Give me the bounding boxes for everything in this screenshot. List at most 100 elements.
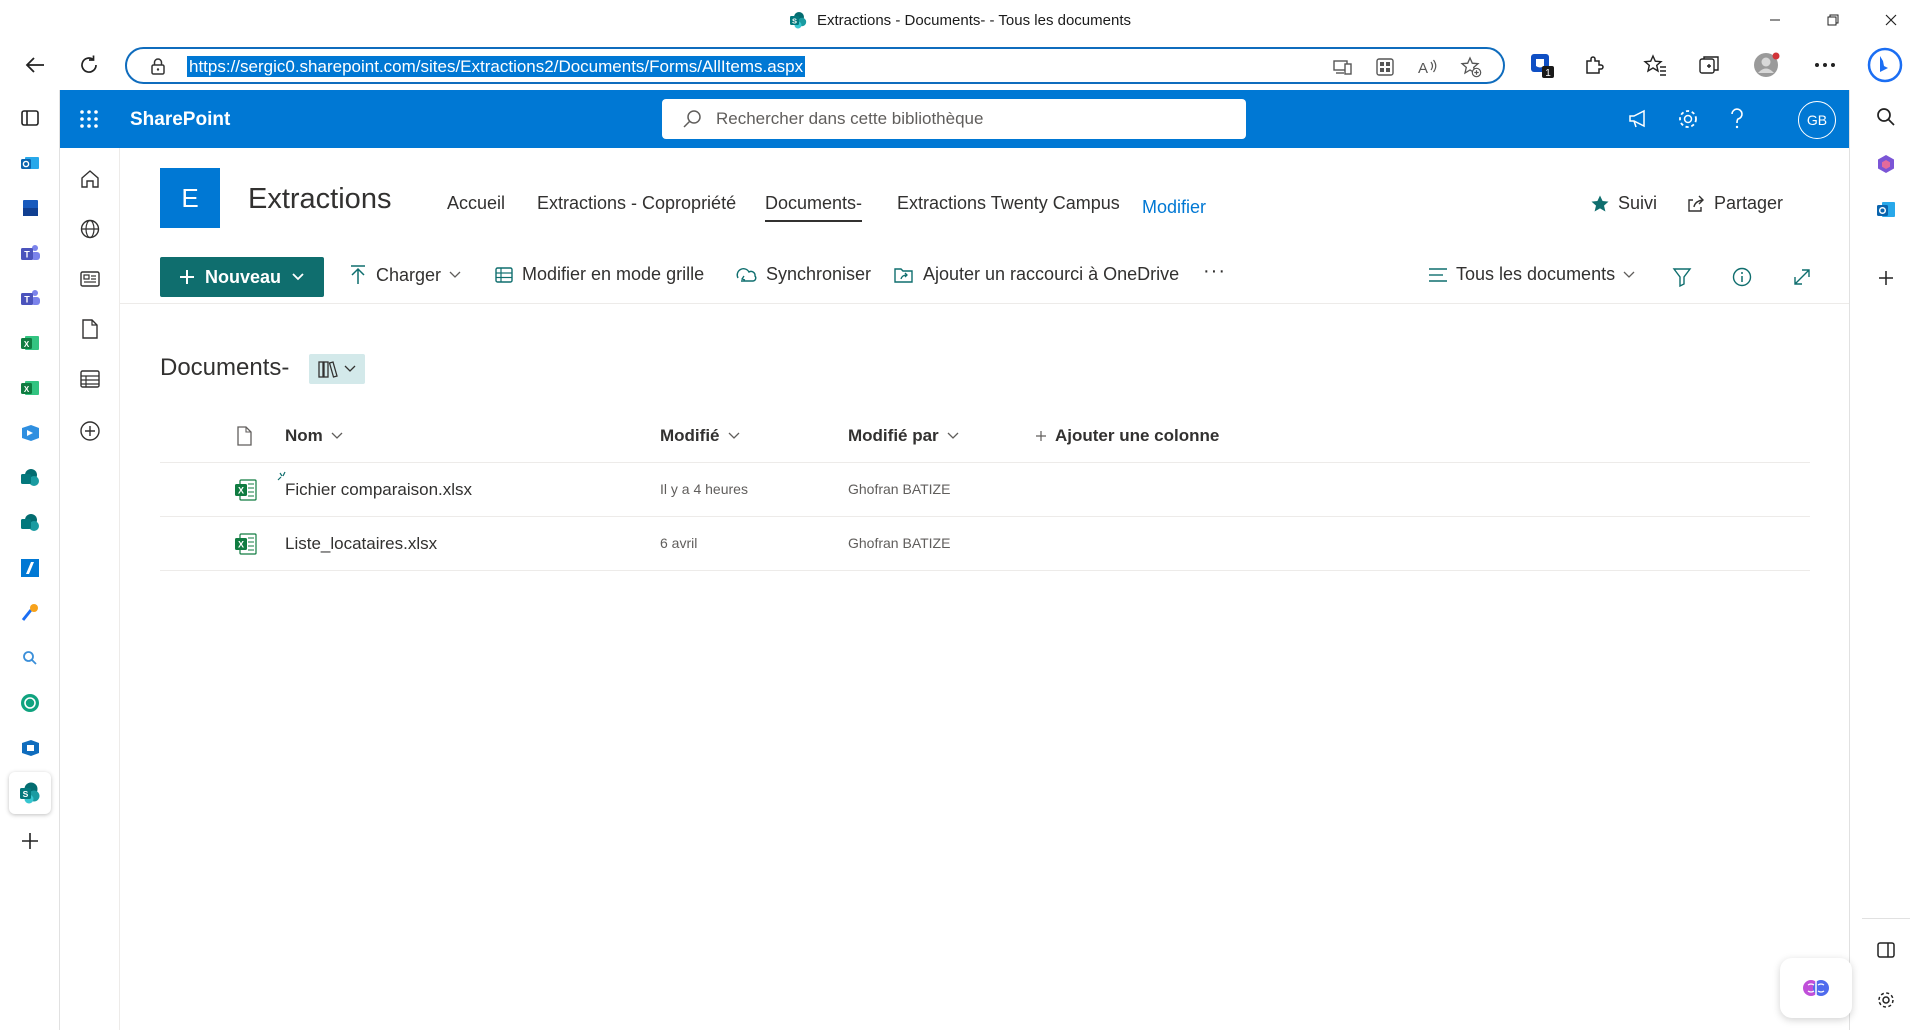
files-button[interactable] — [75, 314, 105, 344]
tab-app-icon[interactable] — [14, 597, 46, 629]
tab-sharepoint-2-icon[interactable] — [14, 507, 46, 539]
back-button[interactable] — [16, 46, 54, 84]
name-column-label: Nom — [285, 426, 323, 445]
tab-power-apps-icon[interactable] — [14, 732, 46, 764]
library-search-box[interactable] — [662, 99, 1246, 139]
tab-actions-icon[interactable] — [14, 102, 46, 134]
table-row[interactable]: X Liste_locataires.xlsx 6 avril Ghofran … — [160, 517, 1810, 571]
tab-power-automate-icon[interactable] — [14, 417, 46, 449]
lists-button[interactable] — [75, 364, 105, 394]
share-button[interactable]: Partager — [1686, 193, 1783, 214]
modified-by[interactable]: Ghofran BATIZE — [848, 535, 950, 551]
view-selector-label: Tous les documents — [1456, 264, 1616, 284]
copilot-button[interactable] — [1780, 958, 1852, 1018]
tab-teams-2-icon[interactable]: T — [14, 282, 46, 314]
site-title[interactable]: Extractions — [248, 183, 391, 216]
modified-by-column-header[interactable]: Modifié par — [848, 426, 959, 446]
close-button[interactable] — [1862, 0, 1920, 40]
fullscreen-button[interactable] — [1787, 262, 1817, 292]
bing-copilot-button[interactable] — [1862, 42, 1908, 88]
info-pane-button[interactable] — [1727, 262, 1757, 292]
sidebar-m365-button[interactable] — [1870, 148, 1902, 180]
profile-button[interactable] — [1748, 46, 1786, 84]
sites-button[interactable] — [75, 214, 105, 244]
sidebar-search-button[interactable] — [1870, 101, 1902, 133]
tab-teams-icon[interactable]: T — [14, 237, 46, 269]
extension-shield-icon: 1 — [1531, 54, 1554, 79]
file-type-column-header[interactable] — [236, 426, 252, 446]
modified-column-header[interactable]: Modifié — [660, 426, 740, 446]
tab-chatgpt-icon[interactable] — [14, 687, 46, 719]
sidebar-outlook-button[interactable] — [1870, 194, 1902, 226]
excel-file-icon: X — [235, 479, 257, 501]
add-column-button[interactable]: Ajouter une colonne — [1035, 426, 1219, 446]
extension-badge-button[interactable]: 1 — [1523, 46, 1561, 84]
upload-button[interactable]: Charger — [348, 264, 461, 286]
filter-button[interactable] — [1667, 262, 1697, 292]
read-aloud-icon[interactable]: A — [1417, 56, 1439, 78]
url-text[interactable]: https://sergic0.sharepoint.com/sites/Ext… — [187, 56, 806, 77]
tab-sharepoint-icon[interactable] — [14, 462, 46, 494]
settings-button[interactable] — [1671, 102, 1705, 136]
follow-button[interactable]: Suivi — [1590, 193, 1657, 214]
gear-icon — [1878, 992, 1894, 1008]
extensions-button[interactable] — [1575, 46, 1613, 84]
topnav-accueil[interactable]: Accueil — [447, 193, 505, 214]
new-tab-button[interactable] — [14, 825, 46, 857]
file-name[interactable]: Liste_locataires.xlsx — [285, 534, 437, 554]
edit-navigation-link[interactable]: Modifier — [1142, 197, 1206, 218]
tab-excel-icon[interactable]: X — [14, 327, 46, 359]
library-title[interactable]: Documents- — [160, 354, 289, 382]
sidebar-toggle-button[interactable] — [1870, 934, 1902, 966]
device-icon[interactable] — [1332, 56, 1354, 78]
outlook-icon — [1877, 202, 1895, 217]
address-bar[interactable]: https://sergic0.sharepoint.com/sites/Ext… — [125, 47, 1505, 84]
sync-icon — [736, 267, 757, 282]
app-launcher-button[interactable] — [60, 90, 118, 148]
view-selector-button[interactable]: Tous les documents — [1428, 264, 1635, 285]
topnav-documents[interactable]: Documents- — [765, 193, 863, 222]
tab-excel-2-icon[interactable]: X — [14, 372, 46, 404]
tab-word-icon[interactable] — [14, 192, 46, 224]
settings-more-button[interactable] — [1806, 46, 1844, 84]
site-logo[interactable]: E — [160, 168, 220, 228]
topnav-extractions-twenty-campus[interactable]: Extractions Twenty Campus — [897, 193, 1120, 214]
minimize-button[interactable] — [1746, 0, 1804, 40]
restore-button[interactable] — [1804, 0, 1862, 40]
sidebar-settings-button[interactable] — [1870, 984, 1902, 1016]
search-input[interactable] — [716, 107, 1216, 131]
modified-by[interactable]: Ghofran BATIZE — [848, 481, 950, 497]
news-feed-button[interactable] — [1622, 102, 1656, 136]
add-favorite-icon[interactable] — [1460, 56, 1482, 78]
tab-sharepoint-active-icon[interactable]: S — [9, 772, 51, 814]
collections-button[interactable] — [1691, 46, 1729, 84]
user-avatar[interactable]: GB — [1798, 101, 1836, 139]
tab-outlook-icon[interactable] — [14, 147, 46, 179]
sharepoint-brand[interactable]: SharePoint — [130, 109, 230, 131]
more-commands-button[interactable]: ··· — [1203, 260, 1226, 283]
grid-edit-button[interactable]: Modifier en mode grille — [494, 264, 704, 285]
sync-button[interactable]: Synchroniser — [734, 264, 871, 285]
home-button[interactable] — [75, 164, 105, 194]
favorites-button[interactable] — [1636, 46, 1674, 84]
tab-azure-icon[interactable] — [14, 552, 46, 584]
add-shortcut-button[interactable]: Ajouter un raccourci à OneDrive — [893, 264, 1179, 285]
library-view-button[interactable] — [309, 354, 365, 384]
refresh-button[interactable] — [70, 46, 108, 84]
search-icon — [1877, 108, 1895, 126]
topnav-extractions-copropriete[interactable]: Extractions - Copropriété — [537, 193, 736, 214]
svg-text:T: T — [24, 295, 30, 305]
bing-icon — [1867, 47, 1903, 83]
file-name[interactable]: Fichier comparaison.xlsx — [285, 480, 472, 500]
table-row[interactable]: X Fichier comparaison.xlsx Il y a 4 heur… — [160, 463, 1810, 517]
tab-search-icon[interactable] — [14, 642, 46, 674]
app-available-icon[interactable] — [1374, 56, 1396, 78]
microsoft365-icon — [1878, 155, 1894, 173]
refresh-icon — [81, 55, 97, 73]
name-column-header[interactable]: Nom — [285, 426, 343, 446]
news-button[interactable] — [75, 264, 105, 294]
create-button[interactable] — [75, 416, 105, 446]
new-button[interactable]: Nouveau — [160, 257, 324, 297]
sidebar-add-button[interactable] — [1870, 262, 1902, 294]
help-button[interactable] — [1720, 102, 1754, 136]
